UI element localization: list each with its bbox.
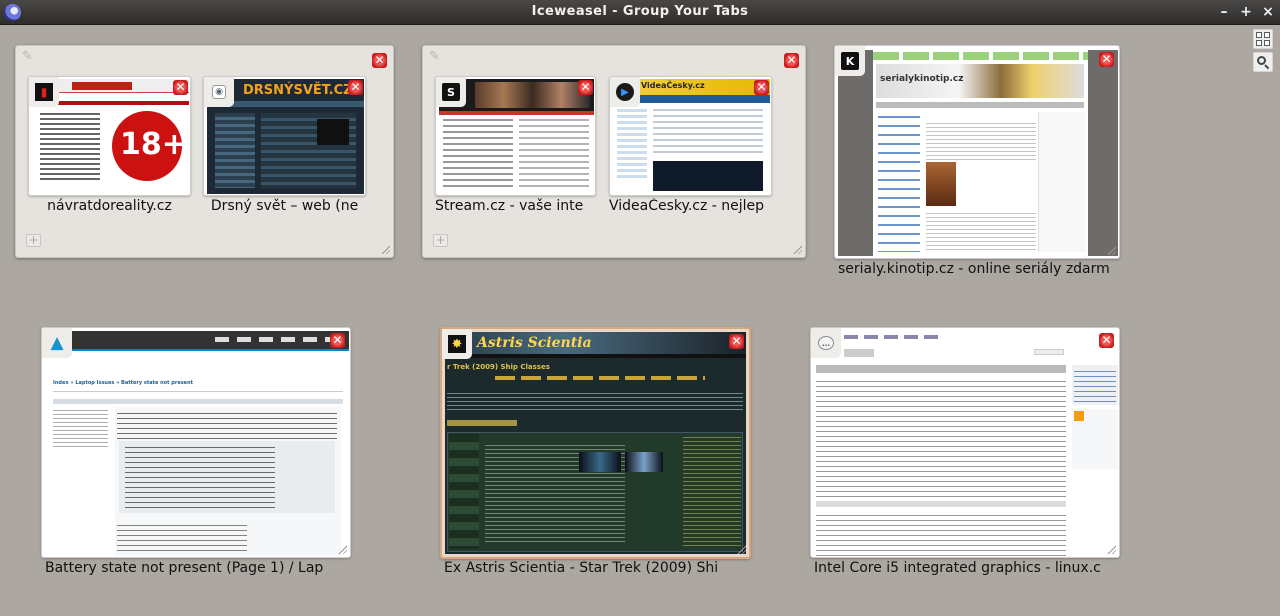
tab-item[interactable]: VideaČesky.cz ▶ ✕ VideaČesky.cz - nejlep — [609, 76, 774, 216]
play-favicon-icon: ▶ — [616, 83, 634, 101]
search-icon — [1256, 55, 1270, 70]
tab-title: Stream.cz - vaše inte — [435, 198, 584, 214]
tab-item[interactable]: S ✕ Stream.cz - vaše inte — [435, 76, 600, 216]
tab-close-button[interactable]: ✕ — [578, 80, 593, 95]
tab-close-button[interactable]: ✕ — [330, 333, 345, 348]
group-resize-handle[interactable] — [380, 244, 390, 254]
group-resize-handle[interactable] — [792, 244, 802, 254]
tab-thumbnail[interactable]: Index » Laptop Issues » Battery state no… — [41, 327, 351, 558]
nr-favicon-icon: ▮ — [35, 83, 53, 101]
close-window-button[interactable]: × — [1260, 3, 1276, 21]
tab-item[interactable]: serialykinotip.cz K ✕ serialy.kinotip.cz… — [834, 45, 1124, 285]
tab-item[interactable]: … ✕ Intel Core i5 integrated graphics - … — [810, 327, 1122, 587]
tab-groups-icon — [1256, 32, 1270, 46]
tab-close-button[interactable]: ✕ — [348, 80, 363, 95]
group-view-toolbar — [1253, 29, 1275, 75]
group-close-button[interactable]: ✕ — [372, 53, 387, 68]
thumb-breadcrumb: Index » Laptop Issues » Battery state no… — [53, 380, 194, 386]
thumb-logo-text: serialykinotip.cz — [880, 74, 964, 84]
tab-item[interactable]: DRSNÝSVĚT.CZ ◉ ✕ Drsný svět – web (ne — [203, 76, 368, 216]
tab-close-button[interactable]: ✕ — [173, 80, 188, 95]
maximize-button[interactable]: + — [1238, 3, 1254, 21]
kinotip-favicon-icon: K — [841, 52, 859, 70]
star-favicon-icon: ✸ — [448, 335, 466, 353]
tab-thumbnail[interactable]: DRSNÝSVĚT.CZ ◉ ✕ — [203, 76, 366, 196]
chat-favicon-icon: … — [818, 336, 834, 350]
tab-groups-button[interactable] — [1253, 29, 1273, 49]
globe-favicon-icon: ◉ — [212, 85, 226, 99]
group-new-tab-button[interactable]: + — [26, 234, 41, 247]
tab-thumbnail[interactable]: VideaČesky.cz ▶ ✕ — [609, 76, 772, 196]
tab-close-button[interactable]: ✕ — [754, 80, 769, 95]
window-titlebar: Iceweasel - Group Your Tabs – + × — [0, 0, 1280, 25]
group-new-tab-button[interactable]: + — [433, 234, 448, 247]
tab-title: Battery state not present (Page 1) / Lap — [45, 560, 324, 576]
tab-thumbnail[interactable]: 18+ ▮ ✕ — [28, 76, 191, 196]
tab-group-2[interactable]: ✎ ✕ S ✕ Stream.cz - vaše inte VideaČesky… — [422, 45, 806, 258]
thumb-logo-text: Astris Scientia — [477, 335, 592, 351]
minimize-button[interactable]: – — [1216, 3, 1232, 21]
tab-title: Drsný svět – web (ne — [210, 198, 359, 214]
tab-favicon: ▶ — [610, 77, 640, 107]
tab-title: Intel Core i5 integrated graphics - linu… — [814, 560, 1101, 576]
tab-close-button[interactable]: ✕ — [729, 334, 744, 349]
tab-title: Ex Astris Scientia - Star Trek (2009) Sh… — [444, 560, 719, 576]
group-title-edit-icon[interactable]: ✎ — [22, 50, 36, 64]
tab-favicon: K — [835, 46, 865, 76]
search-button[interactable] — [1253, 52, 1273, 72]
group-close-button[interactable]: ✕ — [784, 53, 799, 68]
tab-thumbnail[interactable]: serialykinotip.cz K ✕ — [834, 45, 1120, 259]
tab-item[interactable]: 18+ ▮ ✕ návratdoreality.cz — [28, 76, 193, 216]
tab-favicon: S — [436, 77, 466, 107]
tab-favicon: ◉ — [204, 77, 234, 107]
window-title: Iceweasel - Group Your Tabs — [531, 4, 749, 19]
tab-title: VideaČesky.cz - nejlep — [609, 198, 765, 214]
arch-favicon-icon: ▲ — [50, 333, 64, 353]
tab-close-button[interactable]: ✕ — [1099, 52, 1114, 67]
thumb-heading: r Trek (2009) Ship Classes — [447, 363, 550, 371]
tab-thumbnail[interactable]: S ✕ — [435, 76, 596, 196]
thumb-logo-text: DRSNÝSVĚT.CZ — [243, 83, 353, 98]
thumb-18plus-text: 18+ — [120, 127, 187, 162]
tab-group-1[interactable]: ✎ ✕ 18+ ▮ ✕ návratdoreality.cz DRSNÝSVĚT… — [15, 45, 394, 258]
tab-item[interactable]: Index » Laptop Issues » Battery state no… — [41, 327, 353, 587]
tab-close-button[interactable]: ✕ — [1099, 333, 1114, 348]
tab-title: serialy.kinotip.cz - online seriály zdar… — [838, 261, 1109, 277]
tab-item[interactable]: Astris Scientia r Trek (2009) Ship Class… — [440, 327, 752, 587]
tab-thumbnail[interactable]: Astris Scientia r Trek (2009) Ship Class… — [440, 327, 751, 559]
group-title-edit-icon[interactable]: ✎ — [429, 50, 443, 64]
tab-favicon: ▮ — [29, 77, 59, 107]
tab-favicon: ✸ — [442, 329, 472, 359]
thumb-logo-text: VideaČesky.cz — [641, 81, 705, 90]
stream-favicon-icon: S — [442, 83, 460, 101]
tab-favicon: ▲ — [42, 328, 72, 358]
tab-thumbnail[interactable]: … ✕ — [810, 327, 1120, 558]
tab-title: návratdoreality.cz — [47, 198, 172, 214]
tab-favicon: … — [811, 328, 841, 358]
